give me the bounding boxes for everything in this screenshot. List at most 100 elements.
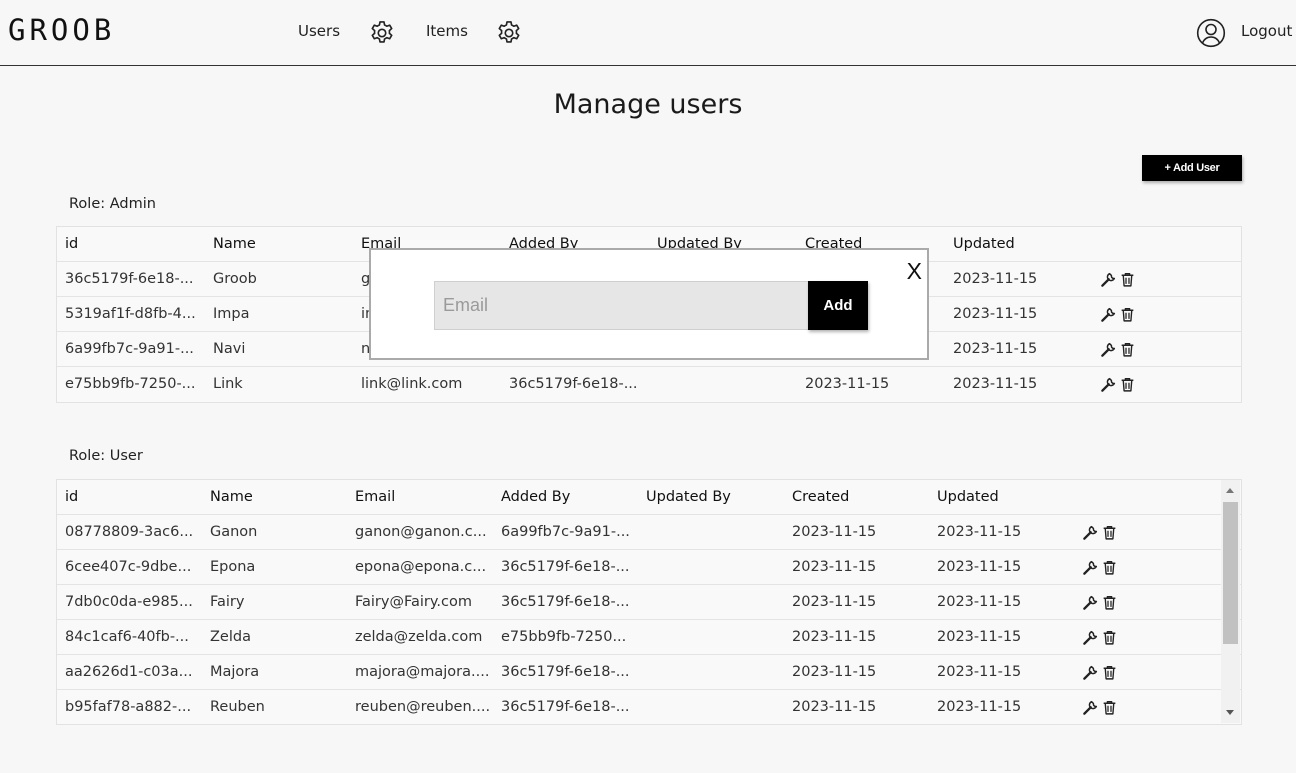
user-users-table: id Name Email Added By Updated By Create… <box>56 479 1242 725</box>
cell-updated: 2023-11-15 <box>937 559 1022 575</box>
cell-created: 2023-11-15 <box>792 629 877 645</box>
cell-updated-by <box>646 550 784 585</box>
row-actions <box>1082 594 1118 612</box>
cell-name: Fairy <box>210 594 245 610</box>
cell-name: Link <box>213 376 243 392</box>
user-table-scrollbar[interactable] <box>1221 480 1240 723</box>
top-navbar: GROOB Users Items Logout <box>0 0 1296 66</box>
column-header-id[interactable]: id <box>65 480 78 515</box>
cell-name: Ganon <box>210 524 258 540</box>
cell-id: 6cee407c-9dbe... <box>65 559 192 575</box>
wrench-icon[interactable] <box>1100 271 1117 288</box>
cell-added-by: e75bb9fb-7250... <box>501 629 627 645</box>
cell-id: aa2626d1-c03a... <box>65 664 193 680</box>
nav-users-link[interactable]: Users <box>298 22 340 40</box>
trash-icon[interactable] <box>1101 524 1118 541</box>
table-header-row: id Name Email Added By Updated By Create… <box>57 480 1241 515</box>
cell-updated: 2023-11-15 <box>937 594 1022 610</box>
cell-updated-by <box>646 620 784 655</box>
cell-id: e75bb9fb-7250-... <box>65 376 196 392</box>
gear-icon[interactable] <box>495 19 523 47</box>
cell-updated-by <box>657 367 797 402</box>
cell-name: Zelda <box>210 629 251 645</box>
column-header-updated[interactable]: Updated <box>953 227 1015 262</box>
cell-created: 2023-11-15 <box>805 376 890 392</box>
row-actions <box>1082 559 1118 577</box>
cell-added-by: 36c5179f-6e18-... <box>501 594 630 610</box>
trash-icon[interactable] <box>1101 664 1118 681</box>
trash-icon[interactable] <box>1119 341 1136 358</box>
trash-icon[interactable] <box>1119 376 1136 393</box>
cell-added-by: 36c5179f-6e18-... <box>509 376 638 392</box>
cell-email: link@link.com <box>361 376 463 392</box>
app-logo[interactable]: GROOB <box>8 13 115 47</box>
cell-id: 7db0c0da-e985... <box>65 594 193 610</box>
cell-updated: 2023-11-15 <box>953 306 1038 322</box>
trash-icon[interactable] <box>1101 699 1118 716</box>
cell-name: Groob <box>213 271 257 287</box>
column-header-updated-by[interactable]: Updated By <box>646 480 731 515</box>
cell-added-by: 6a99fb7c-9a91-... <box>501 524 630 540</box>
row-actions <box>1082 664 1118 682</box>
cell-added-by: 36c5179f-6e18-... <box>501 699 630 715</box>
cell-created: 2023-11-15 <box>792 524 877 540</box>
table-row: 6cee407c-9dbe... Epona epona@epona.c... 36c… <box>57 550 1241 585</box>
table-row: e75bb9fb-7250-... Link link@link.com 36c517… <box>57 367 1241 402</box>
wrench-icon[interactable] <box>1100 306 1117 323</box>
trash-icon[interactable] <box>1101 594 1118 611</box>
wrench-icon[interactable] <box>1082 629 1099 646</box>
table-row: 7db0c0da-e985... Fairy Fairy@Fairy.com 36c5… <box>57 585 1241 620</box>
user-circle-icon[interactable] <box>1196 18 1226 48</box>
cell-email: zelda@zelda.com <box>355 629 483 645</box>
column-header-added-by[interactable]: Added By <box>501 480 570 515</box>
cell-email: majora@majora.... <box>355 664 490 680</box>
scroll-up-arrow-icon[interactable] <box>1226 488 1234 493</box>
column-header-name[interactable]: Name <box>210 480 253 515</box>
cell-name: Reuben <box>210 699 265 715</box>
cell-created: 2023-11-15 <box>792 559 877 575</box>
column-header-updated[interactable]: Updated <box>937 480 999 515</box>
page-title: Manage users <box>553 89 743 120</box>
wrench-icon[interactable] <box>1082 524 1099 541</box>
wrench-icon[interactable] <box>1082 559 1099 576</box>
scrollbar-thumb[interactable] <box>1223 502 1238 644</box>
wrench-icon[interactable] <box>1100 376 1117 393</box>
cell-updated-by <box>646 515 784 550</box>
email-input[interactable] <box>434 281 810 330</box>
scroll-down-arrow-icon[interactable] <box>1226 710 1234 715</box>
table-row: 84c1caf6-40fb-... Zelda zelda@zelda.com e75… <box>57 620 1241 655</box>
cell-id: 6a99fb7c-9a91-... <box>65 341 194 357</box>
column-header-name[interactable]: Name <box>213 227 256 262</box>
cell-name: Impa <box>213 306 250 322</box>
gear-icon[interactable] <box>368 19 396 47</box>
cell-updated: 2023-11-15 <box>937 524 1022 540</box>
cell-updated: 2023-11-15 <box>937 699 1022 715</box>
add-user-button[interactable]: + Add User <box>1142 155 1242 181</box>
trash-icon[interactable] <box>1119 306 1136 323</box>
trash-icon[interactable] <box>1101 559 1118 576</box>
logout-link[interactable]: Logout <box>1241 22 1292 40</box>
cell-name: Epona <box>210 559 256 575</box>
column-header-id[interactable]: id <box>65 227 78 262</box>
cell-updated: 2023-11-15 <box>937 664 1022 680</box>
cell-name: Majora <box>210 664 260 680</box>
row-actions <box>1082 629 1118 647</box>
wrench-icon[interactable] <box>1082 699 1099 716</box>
cell-added-by: 36c5179f-6e18-... <box>501 559 630 575</box>
cell-id: b95faf78-a882-... <box>65 699 192 715</box>
wrench-icon[interactable] <box>1082 664 1099 681</box>
trash-icon[interactable] <box>1119 271 1136 288</box>
column-header-email[interactable]: Email <box>355 480 395 515</box>
cell-id: 08778809-3ac6... <box>65 524 194 540</box>
row-actions <box>1100 376 1136 394</box>
modal-close-button[interactable]: X <box>907 258 922 285</box>
modal-add-button[interactable]: Add <box>808 281 868 330</box>
trash-icon[interactable] <box>1101 629 1118 646</box>
wrench-icon[interactable] <box>1082 594 1099 611</box>
cell-added-by: 36c5179f-6e18-... <box>501 664 630 680</box>
nav-items-link[interactable]: Items <box>426 22 468 40</box>
row-actions <box>1100 271 1136 289</box>
wrench-icon[interactable] <box>1100 341 1117 358</box>
add-user-modal: X Add <box>369 248 929 360</box>
column-header-created[interactable]: Created <box>792 480 849 515</box>
